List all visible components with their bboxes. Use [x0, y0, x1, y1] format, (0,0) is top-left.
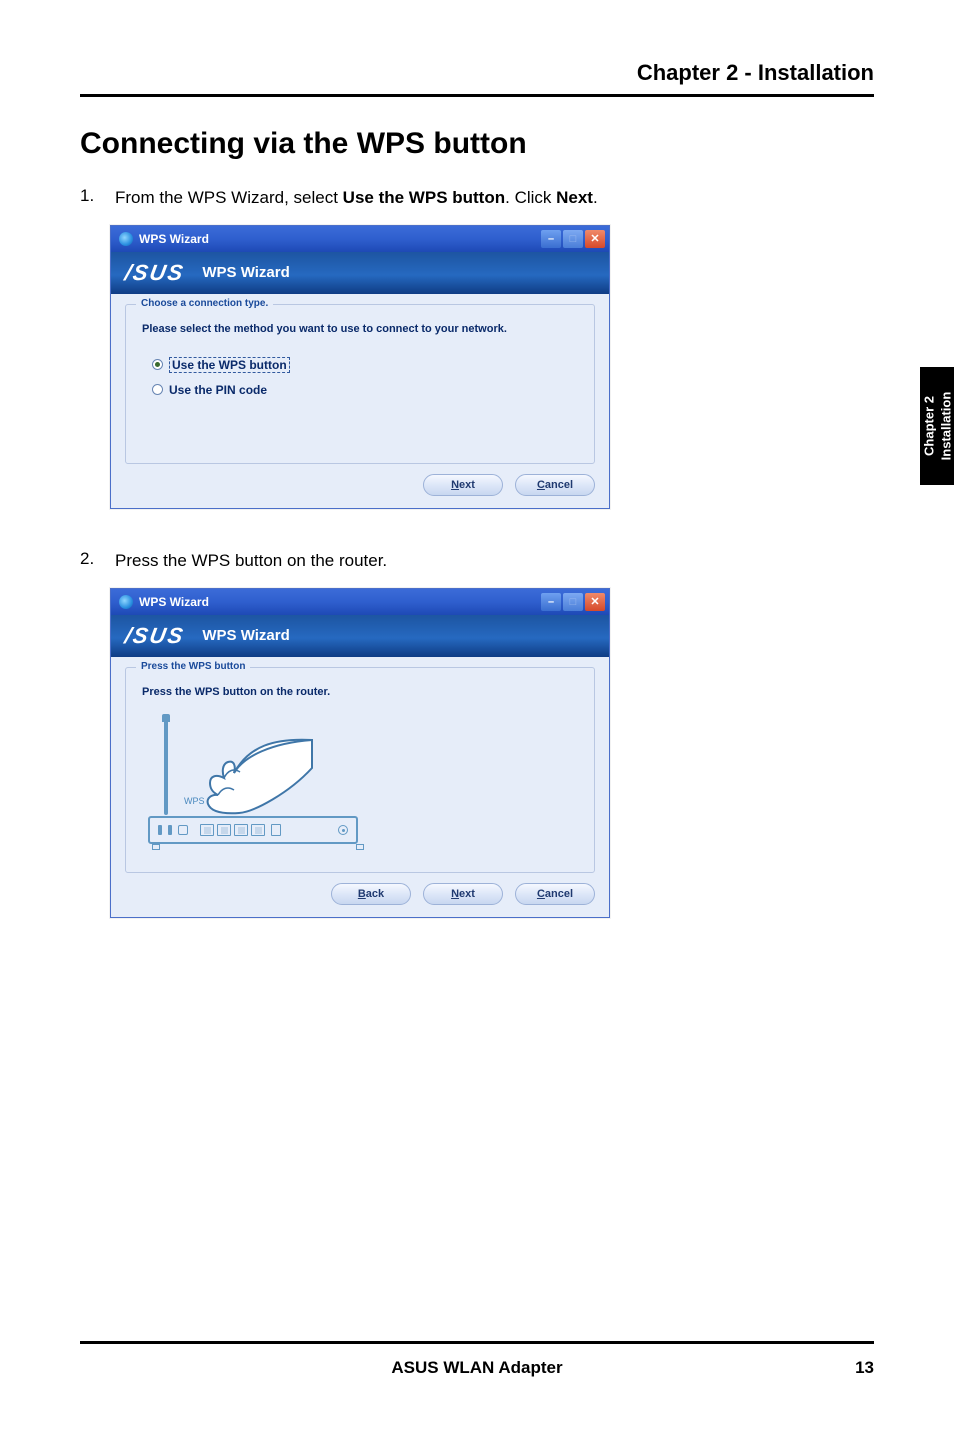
app-icon: [119, 595, 133, 609]
press-wps-group: Press the WPS button Press the WPS butto…: [125, 667, 595, 873]
next-button[interactable]: Next: [423, 474, 503, 496]
step-number: 2.: [80, 549, 100, 573]
step-text: Press the WPS button on the router.: [115, 549, 874, 573]
group-legend: Choose a connection type.: [136, 298, 273, 309]
chapter-header: Chapter 2 - Installation: [80, 60, 874, 97]
next-button[interactable]: Next: [423, 883, 503, 905]
radio-icon: [152, 384, 163, 395]
group-instruction: Press the WPS button on the router.: [142, 686, 578, 698]
antenna-icon: [164, 720, 168, 815]
maximize-button[interactable]: □: [563, 230, 583, 248]
close-button[interactable]: ✕: [585, 230, 605, 248]
step-number: 1.: [80, 186, 100, 210]
window-title: WPS Wizard: [139, 232, 539, 246]
banner: /SUS WPS Wizard: [111, 252, 609, 294]
wps-wizard-window-2: WPS Wizard – □ ✕ /SUS WPS Wizard Press t…: [110, 588, 610, 918]
close-button[interactable]: ✕: [585, 593, 605, 611]
banner-title: WPS Wizard: [202, 264, 289, 281]
radio-icon: [152, 359, 163, 370]
radio-label: Use the WPS button: [169, 357, 290, 373]
banner: /SUS WPS Wizard: [111, 615, 609, 657]
radio-use-wps-button[interactable]: Use the WPS button: [142, 357, 578, 373]
page-footer: ASUS WLAN Adapter 13: [80, 1341, 874, 1378]
page-number: 13: [855, 1358, 874, 1378]
options-group: Choose a connection type. Please select …: [125, 304, 595, 464]
titlebar: WPS Wizard – □ ✕: [111, 226, 609, 252]
group-instruction: Please select the method you want to use…: [142, 323, 578, 335]
radio-label: Use the PIN code: [169, 383, 267, 397]
window-title: WPS Wizard: [139, 595, 539, 609]
footer-title: ASUS WLAN Adapter: [80, 1358, 874, 1378]
router-illustration: WPS: [148, 720, 368, 850]
back-button[interactable]: Back: [331, 883, 411, 905]
asus-logo: /SUS: [123, 623, 187, 649]
minimize-button[interactable]: –: [541, 593, 561, 611]
hand-icon: [194, 738, 314, 818]
cancel-button[interactable]: Cancel: [515, 883, 595, 905]
section-title: Connecting via the WPS button: [80, 127, 874, 161]
titlebar: WPS Wizard – □ ✕: [111, 589, 609, 615]
app-icon: [119, 232, 133, 246]
group-legend: Press the WPS button: [136, 661, 250, 672]
chapter-tab: Chapter 2 Installation: [920, 367, 954, 485]
chapter-tab-line1: Chapter 2: [921, 396, 936, 456]
minimize-button[interactable]: –: [541, 230, 561, 248]
radio-use-pin-code[interactable]: Use the PIN code: [142, 383, 578, 397]
step-text: From the WPS Wizard, select Use the WPS …: [115, 186, 874, 210]
chapter-tab-line2: Installation: [938, 392, 953, 461]
banner-title: WPS Wizard: [202, 627, 289, 644]
cancel-button[interactable]: Cancel: [515, 474, 595, 496]
wps-wizard-window-1: WPS Wizard – □ ✕ /SUS WPS Wizard Choose …: [110, 225, 610, 509]
maximize-button[interactable]: □: [563, 593, 583, 611]
step-2: 2. Press the WPS button on the router.: [80, 549, 874, 573]
router-body-icon: [148, 816, 358, 844]
asus-logo: /SUS: [123, 260, 187, 286]
step-1: 1. From the WPS Wizard, select Use the W…: [80, 186, 874, 210]
